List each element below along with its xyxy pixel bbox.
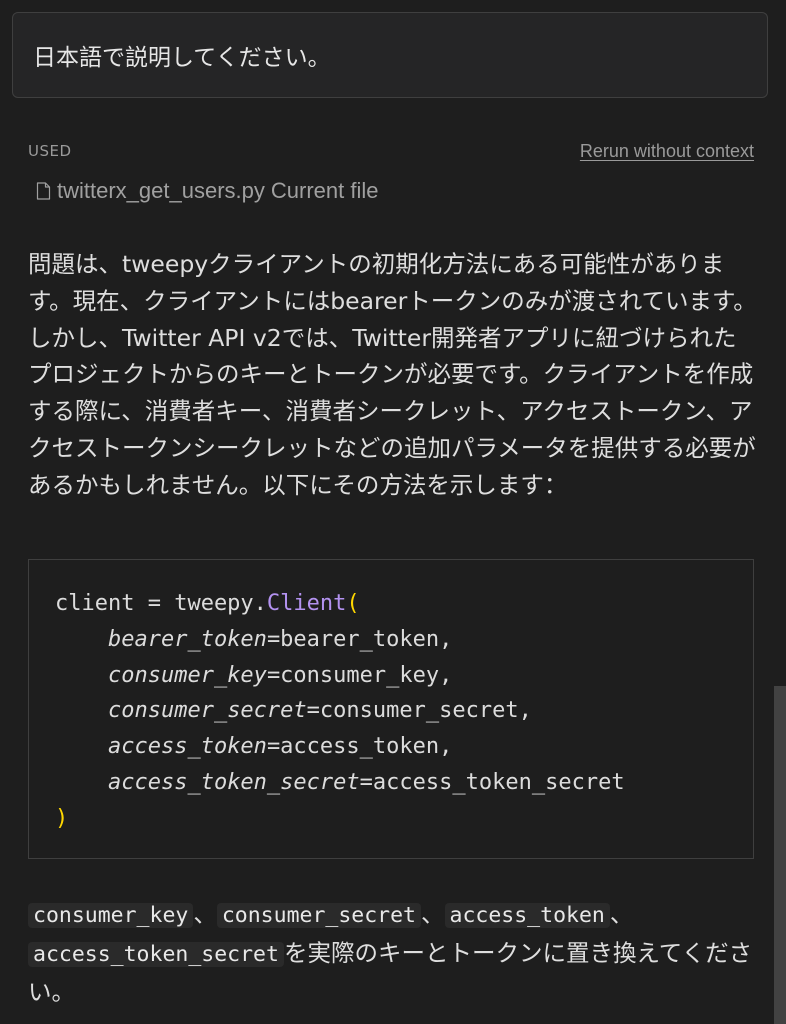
code-arg-name: consumer_secret bbox=[107, 698, 307, 724]
code-line1-prefix: client = tweepy. bbox=[55, 591, 267, 616]
code-line: access_token_secret=access_token_secret bbox=[55, 765, 753, 801]
code-arg-value: =access_token_secret bbox=[359, 769, 625, 795]
inline-code-consumer-key: consumer_key bbox=[28, 903, 194, 928]
code-arg-value: =access_token, bbox=[266, 734, 453, 760]
code-line: consumer_secret=consumer_secret, bbox=[55, 693, 753, 729]
code-open-paren: ( bbox=[346, 591, 360, 616]
code-arg-name: access_token_secret bbox=[107, 769, 360, 795]
used-label: USED bbox=[28, 142, 72, 160]
code-arg-value: =bearer_token, bbox=[266, 626, 453, 652]
rerun-without-context-link[interactable]: Rerun without context bbox=[580, 141, 754, 162]
code-arg-value: =consumer_key, bbox=[266, 662, 453, 688]
user-prompt[interactable]: 日本語で説明してください。 bbox=[12, 12, 768, 98]
footer-paragraph: consumer_key、 consumer_secret、 access_toke… bbox=[28, 896, 754, 1010]
code-arg-name: access_token bbox=[107, 734, 267, 760]
scrollbar-thumb[interactable] bbox=[774, 686, 786, 1024]
code-line: client = tweepy.Client( bbox=[55, 586, 753, 622]
code-block: client = tweepy.Client( bearer_token=bea… bbox=[28, 559, 754, 859]
code-line: ) bbox=[55, 801, 753, 837]
code-close-paren: ) bbox=[55, 805, 69, 831]
code-line: access_token=access_token, bbox=[55, 729, 753, 765]
code-line: consumer_key=consumer_key, bbox=[55, 658, 753, 694]
separator: 、 bbox=[193, 900, 217, 928]
inline-code-consumer-secret: consumer_secret bbox=[216, 903, 422, 928]
context-header: USED Rerun without context bbox=[28, 138, 754, 164]
answer-paragraph: 問題は、tweepyクライアントの初期化方法にある可能性があります。現在、クライ… bbox=[28, 250, 757, 499]
prompt-text: 日本語で説明してください。 bbox=[33, 45, 331, 71]
code-arg-name: bearer_token bbox=[107, 626, 267, 652]
context-file-name: twitterx_get_users.py bbox=[57, 178, 265, 203]
inline-code-access-token-secret: access_token_secret bbox=[28, 941, 284, 967]
code-arg-name: consumer_key bbox=[107, 662, 267, 688]
context-file-tag: Current file bbox=[270, 178, 379, 203]
code-arg-value: =consumer_secret, bbox=[306, 698, 532, 724]
separator: 、 bbox=[609, 900, 634, 928]
separator: 、 bbox=[421, 900, 445, 928]
inline-code-access-token: access_token bbox=[444, 903, 610, 928]
code-class-name: Client bbox=[266, 591, 347, 616]
context-file[interactable]: twitterx_get_users.py Current file bbox=[36, 176, 378, 206]
file-icon bbox=[36, 182, 51, 200]
code-line: bearer_token=bearer_token, bbox=[55, 622, 753, 658]
